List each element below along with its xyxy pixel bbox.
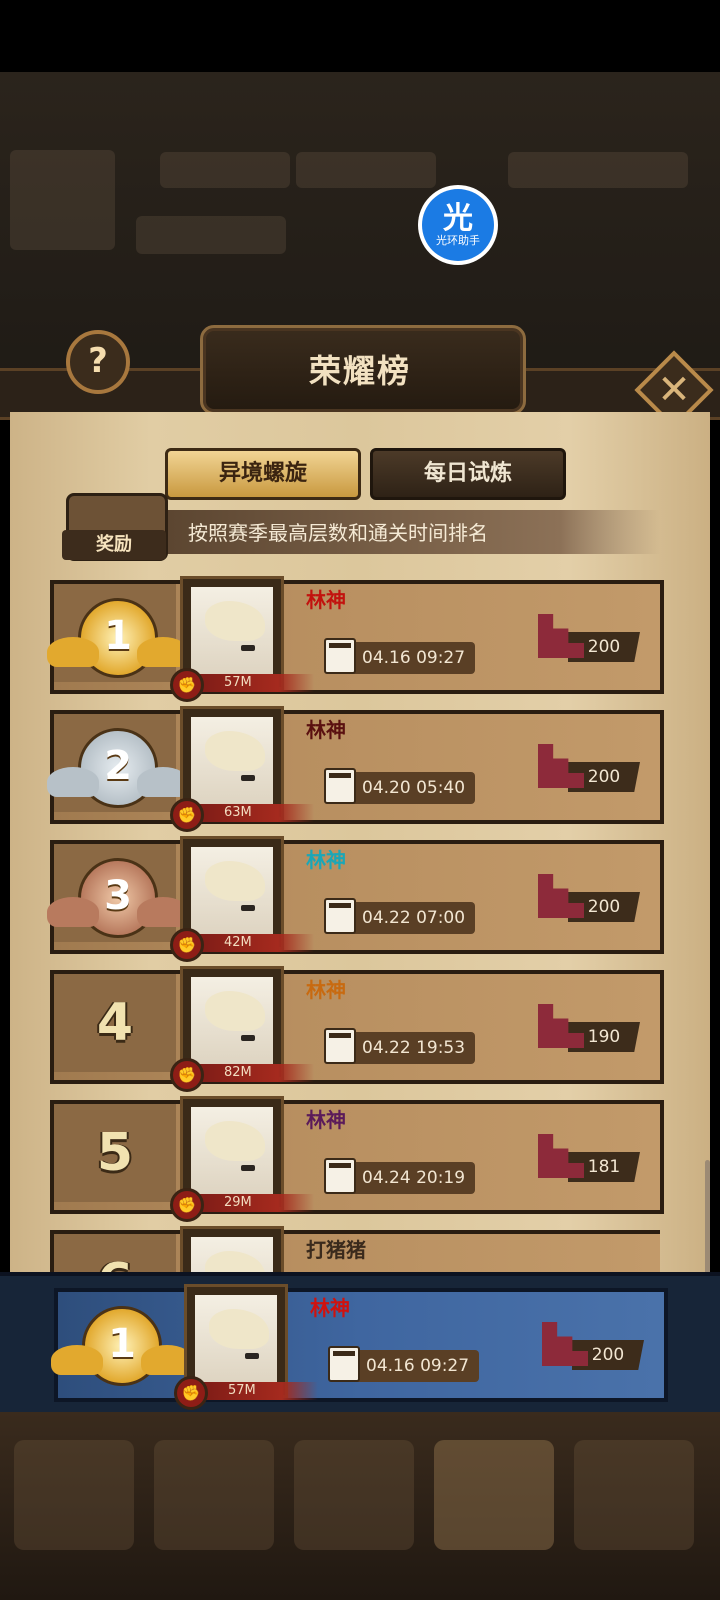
portrait-face <box>191 717 273 809</box>
fist-icon: ✊ <box>170 798 204 832</box>
calendar-icon <box>324 1158 356 1194</box>
portrait-eye <box>245 1353 259 1359</box>
rank-medal-icon: 3 <box>47 858 189 938</box>
calendar-icon <box>328 1346 360 1382</box>
combat-power: 57M <box>194 674 314 692</box>
rank-number: 1 <box>108 1321 136 1367</box>
background-avatar <box>10 150 115 250</box>
self-rank-bar: 1 林神 57M ✊ 04.16 09:27 200 <box>0 1272 720 1416</box>
portrait-hair <box>205 861 265 901</box>
tab-spiral[interactable]: 异境螺旋 <box>165 448 361 500</box>
background-gem-bar <box>508 152 688 188</box>
combat-power: 42M <box>194 934 314 952</box>
overlay-assistant-badge[interactable]: 光 光环助手 <box>418 185 498 265</box>
nav-button-4[interactable] <box>434 1440 554 1550</box>
player-name: 林神 <box>306 588 346 612</box>
fist-icon: ✊ <box>170 928 204 962</box>
nav-button-2[interactable] <box>154 1440 274 1550</box>
ranking-row[interactable]: 1 林神 57M ✊ 04.16 09:27 200 <box>44 574 664 702</box>
ranking-row[interactable]: 5 林神 29M ✊ 04.24 20:19 181 <box>44 1094 664 1222</box>
portrait-face <box>191 587 273 679</box>
combat-power: 63M <box>194 804 314 822</box>
rank-number: 2 <box>104 743 132 789</box>
calendar-icon <box>324 898 356 934</box>
portrait-face <box>191 1107 273 1199</box>
rank-number: 1 <box>104 613 132 659</box>
fist-icon: ✊ <box>170 1188 204 1222</box>
rank-medal-icon: 1 <box>47 598 189 678</box>
background-gold-bar <box>296 152 436 188</box>
ranking-row[interactable]: 3 林神 42M ✊ 04.22 07:00 200 <box>44 834 664 962</box>
combat-power: 82M <box>194 1064 314 1082</box>
portrait-face <box>191 847 273 939</box>
ranking-row[interactable]: 4 林神 82M ✊ 04.22 19:53 190 <box>44 964 664 1092</box>
player-portrait[interactable] <box>180 1226 284 1272</box>
portrait-face <box>191 977 273 1069</box>
portrait-hair <box>205 1251 265 1272</box>
self-ranking-row[interactable]: 1 林神 57M ✊ 04.16 09:27 200 <box>48 1282 668 1410</box>
portrait-eye <box>241 1165 255 1171</box>
rank-number: 3 <box>104 873 132 919</box>
nav-button-5[interactable] <box>574 1440 694 1550</box>
portrait-eye <box>241 775 255 781</box>
background-power-bar <box>136 216 286 254</box>
portrait-hair <box>209 1309 269 1349</box>
portrait-face <box>191 1237 273 1272</box>
ranking-row[interactable]: 2 林神 63M ✊ 04.20 05:40 200 <box>44 704 664 832</box>
portrait-eye <box>241 645 255 651</box>
player-name: 林神 <box>306 1108 346 1132</box>
ranking-rule-text: 按照赛季最高层数和通关时间排名 <box>188 521 488 545</box>
calendar-icon <box>324 1028 356 1064</box>
rank-medal-icon: 1 <box>51 1306 193 1386</box>
player-name: 打猪猪 <box>306 1238 366 1262</box>
rank-medal-icon: 2 <box>47 728 189 808</box>
background-level-bar <box>160 152 290 188</box>
combat-power: 29M <box>194 1194 314 1212</box>
overlay-label: 光环助手 <box>436 234 480 247</box>
combat-power: 57M <box>198 1382 318 1400</box>
nav-button-3[interactable] <box>294 1440 414 1550</box>
reward-button[interactable]: 奖励 <box>62 530 166 560</box>
ranking-row[interactable]: 6 打猪猪 <box>44 1224 660 1272</box>
player-name: 林神 <box>310 1296 350 1320</box>
portrait-eye <box>241 1035 255 1041</box>
player-name: 林神 <box>306 978 346 1002</box>
fist-icon: ✊ <box>174 1376 208 1410</box>
rank-number: 6 <box>54 1238 176 1272</box>
help-button[interactable]: ? <box>66 330 130 394</box>
rank-number: 4 <box>96 993 134 1053</box>
portrait-eye <box>241 905 255 911</box>
player-name: 林神 <box>306 848 346 872</box>
tab-daily-trial[interactable]: 每日试炼 <box>370 448 566 500</box>
portrait-hair <box>205 601 265 641</box>
nav-button-1[interactable] <box>14 1440 134 1550</box>
page-title: 荣耀榜 <box>308 352 411 390</box>
overlay-logo-char: 光 <box>443 201 473 236</box>
portrait-hair <box>205 731 265 771</box>
calendar-icon <box>324 768 356 804</box>
calendar-icon <box>324 638 356 674</box>
portrait-hair <box>205 1121 265 1161</box>
fist-icon: ✊ <box>170 1058 204 1092</box>
portrait-hair <box>205 991 265 1031</box>
fist-icon: ✊ <box>170 668 204 702</box>
rank-number: 5 <box>96 1123 134 1183</box>
status-bar-area <box>0 0 720 72</box>
close-icon[interactable]: ✕ <box>646 362 702 418</box>
player-name: 林神 <box>306 718 346 742</box>
portrait-face <box>195 1295 277 1387</box>
